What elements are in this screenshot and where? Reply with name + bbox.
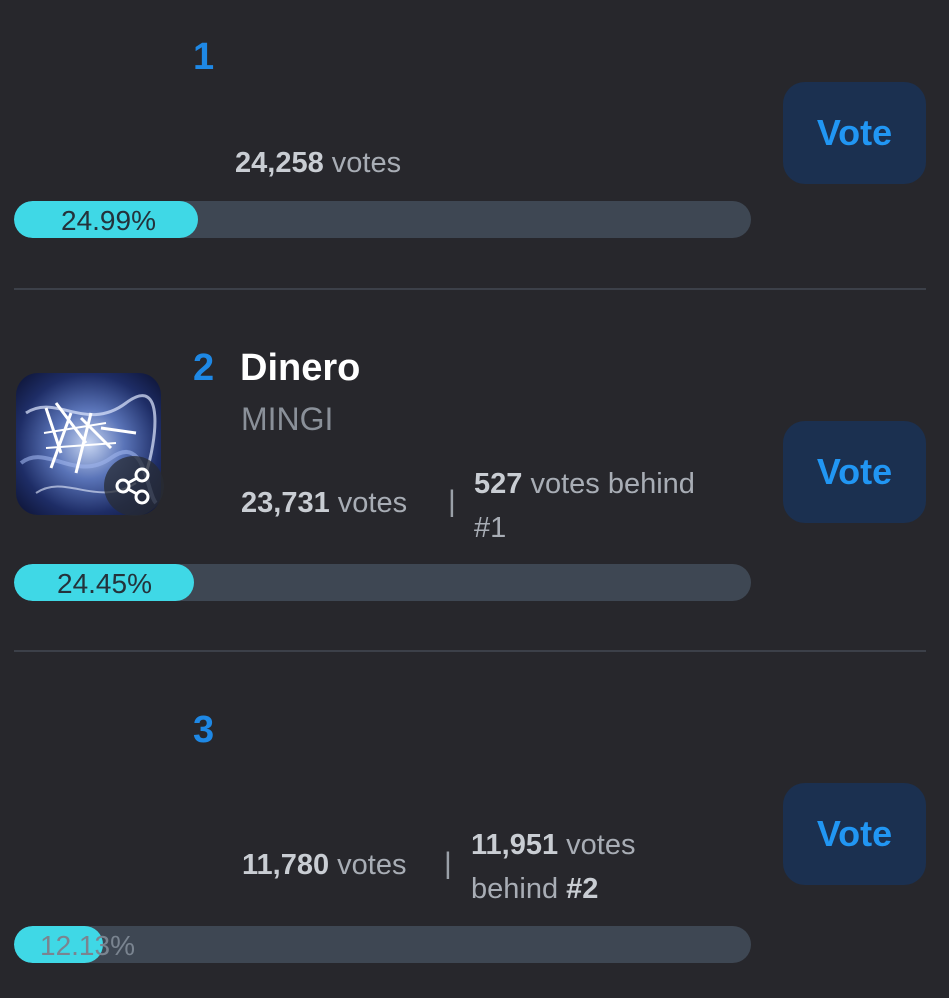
votes-behind-prefix: behind: [471, 873, 559, 905]
ranking-entry-3: 3 11,780 votes | 11,951 votes behind #2 …: [0, 0, 949, 998]
vote-count-number: 11,780: [242, 849, 330, 881]
separator: |: [444, 847, 452, 880]
votes-behind: 11,951 votes behind #2: [471, 823, 751, 911]
percent-label: 12.13%: [40, 930, 135, 961]
vote-button[interactable]: Vote: [783, 783, 926, 885]
votes-behind-target: #2: [566, 873, 599, 905]
votes-behind-text: votes: [566, 829, 636, 861]
vote-count-word: votes: [337, 849, 407, 881]
ranking-list: 1 24,258 votes 24.99% Vote 2 Dinero MING…: [0, 0, 949, 998]
rank-number: 3: [193, 709, 215, 751]
votes-behind-number: 11,951: [471, 829, 559, 861]
vote-count: 11,780 votes: [242, 849, 407, 882]
percent-bar: 12.13%: [14, 926, 751, 963]
